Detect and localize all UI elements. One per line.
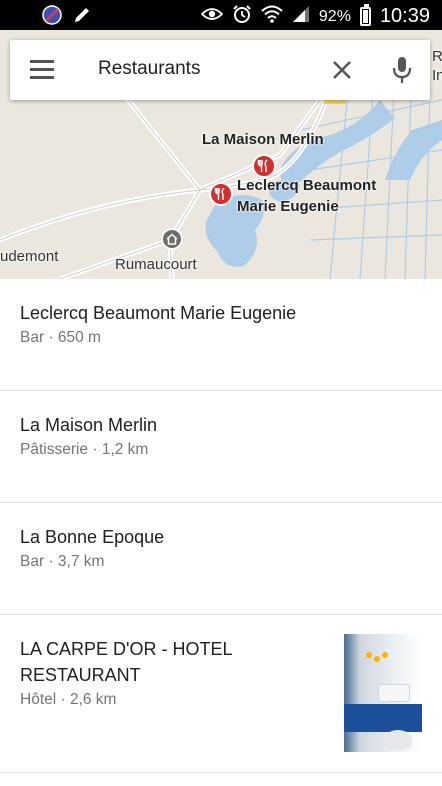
result-subtitle: Bar · 650 m	[20, 329, 101, 346]
map-label-la-maison-merlin: La Maison Merlin	[202, 131, 324, 148]
restaurant-pin-icon[interactable]	[209, 182, 233, 206]
map-label-leclercq-line1: Leclercq Beaumont	[237, 177, 377, 194]
map-label-rumaucourt: Rumaucourt	[115, 256, 197, 273]
microphone-icon[interactable]	[390, 56, 414, 84]
results-list: Leclercq Beaumont Marie Eugenie Bar · 65…	[0, 279, 442, 773]
wifi-icon	[261, 5, 283, 28]
result-subtitle: Pâtisserie · 1,2 km	[20, 441, 149, 458]
result-subtitle: Hôtel · 2,6 km	[20, 691, 117, 708]
clock-time: 10:39	[379, 5, 430, 27]
signal-icon	[292, 5, 310, 28]
result-title-line1: LA CARPE D'OR - HOTEL	[20, 639, 233, 659]
map-label-leclercq-line2: Marie Eugenie	[237, 198, 339, 215]
map-label-udemont: udemont	[0, 248, 59, 265]
result-title: LA CARPE D'OR - HOTEL RESTAURANT	[20, 636, 232, 688]
list-item[interactable]: La Bonne Epoque Bar · 3,7 km	[0, 503, 442, 615]
town-home-icon[interactable]	[161, 228, 183, 250]
list-item[interactable]: La Maison Merlin Pâtisserie · 1,2 km	[0, 391, 442, 503]
status-bar: 92% 10:39	[0, 0, 442, 30]
close-icon[interactable]	[330, 58, 354, 82]
pencil-icon	[72, 5, 92, 30]
result-photo[interactable]	[344, 634, 422, 752]
alarm-icon	[232, 4, 252, 29]
map-label-edge-1: RP	[432, 48, 442, 65]
list-item[interactable]: LA CARPE D'OR - HOTEL RESTAURANT Hôtel ·…	[0, 615, 442, 773]
map-label-edge-2: In	[432, 67, 442, 84]
result-title: La Maison Merlin	[20, 415, 158, 435]
menu-icon[interactable]	[30, 60, 54, 80]
result-title: La Bonne Epoque	[20, 527, 165, 547]
no-signal-icon	[42, 5, 62, 30]
battery-icon	[359, 4, 371, 26]
search-input[interactable]: Restaurants	[98, 58, 200, 80]
result-title: Leclercq Beaumont Marie Eugenie	[20, 303, 297, 323]
result-subtitle: Bar · 3,7 km	[20, 553, 105, 570]
restaurant-pin-icon[interactable]	[252, 154, 276, 178]
search-bar[interactable]: Restaurants	[10, 40, 430, 100]
list-item[interactable]: Leclercq Beaumont Marie Eugenie Bar · 65…	[0, 279, 442, 391]
eye-icon	[200, 6, 224, 27]
result-title-line2: RESTAURANT	[20, 665, 141, 685]
battery-percent: 92%	[318, 7, 351, 25]
